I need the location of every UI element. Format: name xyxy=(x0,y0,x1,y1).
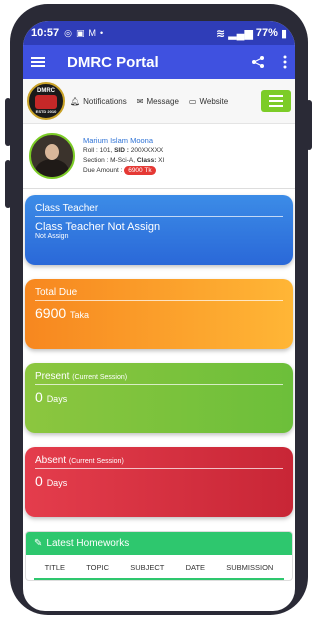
absent-card[interactable]: Absent (Current Session) 0 Days xyxy=(25,447,293,517)
due-amount-badge: 6900 Tk xyxy=(124,166,156,175)
green-menu-button[interactable] xyxy=(261,90,291,112)
total-due-card[interactable]: Total Due 6900 Taka xyxy=(25,279,293,349)
latest-homeworks-panel: ✎ Latest Homeworks TITLE TOPIC SUBJECT D… xyxy=(25,531,293,581)
sid-value: 200XXXXX xyxy=(130,147,164,154)
screen: 10:57 ◎ ▣ M • ≋ ▂▄▆ 77% ▮ DMRC Portal DM… xyxy=(23,21,295,611)
section-value: M-Sci-A, xyxy=(110,157,136,164)
class-teacher-value: Class Teacher Not Assign xyxy=(35,221,161,233)
total-due-value: 6900 xyxy=(35,305,67,321)
gmail-icon: M xyxy=(88,28,97,38)
wifi-icon: ≋ xyxy=(215,27,226,40)
app-bar: DMRC Portal xyxy=(23,45,295,79)
phone-power-button xyxy=(306,100,312,150)
phone-side-button xyxy=(5,160,11,208)
class-value: XI xyxy=(158,157,165,164)
avatar xyxy=(29,133,75,179)
bell-icon: 🔔︎ xyxy=(70,96,81,106)
signal-icon: ▂▄▆ xyxy=(228,27,253,40)
edit-icon: ✎ xyxy=(34,538,43,549)
instagram-icon: ◎ xyxy=(64,27,72,38)
share-icon[interactable] xyxy=(251,55,265,69)
status-bar: 10:57 ◎ ▣ M • ≋ ▂▄▆ 77% ▮ xyxy=(23,21,295,45)
nav-notifications[interactable]: 🔔︎ Notifications xyxy=(70,97,127,106)
more-options-icon[interactable] xyxy=(283,55,287,69)
student-profile: Marium Islam Moona Roll : 101, SID : 200… xyxy=(23,124,295,189)
gallery-icon: ▣ xyxy=(76,27,85,38)
student-name: Marium Islam Moona xyxy=(83,136,154,145)
monitor-icon: ▭ xyxy=(188,96,197,106)
homework-table-header: TITLE TOPIC SUBJECT DATE SUBMISSION xyxy=(34,555,284,580)
class-teacher-card[interactable]: Class Teacher Class Teacher Not Assign N… xyxy=(25,195,293,265)
absent-value: 0 xyxy=(35,473,43,489)
hamburger-menu-icon[interactable] xyxy=(31,56,45,68)
nav-links: 🔔︎ Notifications ✉ Message ▭ Website xyxy=(70,97,228,106)
dashboard-cards: Class Teacher Class Teacher Not Assign N… xyxy=(23,189,295,517)
phone-side-button xyxy=(5,98,11,146)
nav-message[interactable]: ✉ Message xyxy=(137,97,179,106)
battery-icon: ▮ xyxy=(280,27,287,40)
battery-percent: 77% xyxy=(255,27,278,39)
dot-icon: • xyxy=(100,28,104,38)
roll-value: 101, xyxy=(99,147,113,154)
present-card[interactable]: Present (Current Session) 0 Days xyxy=(25,363,293,433)
app-title: DMRC Portal xyxy=(67,53,159,71)
homework-title: Latest Homeworks xyxy=(46,538,130,549)
status-time: 10:57 xyxy=(31,27,60,39)
nav-website[interactable]: ▭ Website xyxy=(189,97,228,106)
college-logo: DMRC ESTD 2010 xyxy=(27,82,65,120)
envelope-icon: ✉ xyxy=(136,96,144,106)
present-value: 0 xyxy=(35,389,43,405)
nav-row: DMRC ESTD 2010 🔔︎ Notifications ✉ Messag… xyxy=(23,79,295,124)
